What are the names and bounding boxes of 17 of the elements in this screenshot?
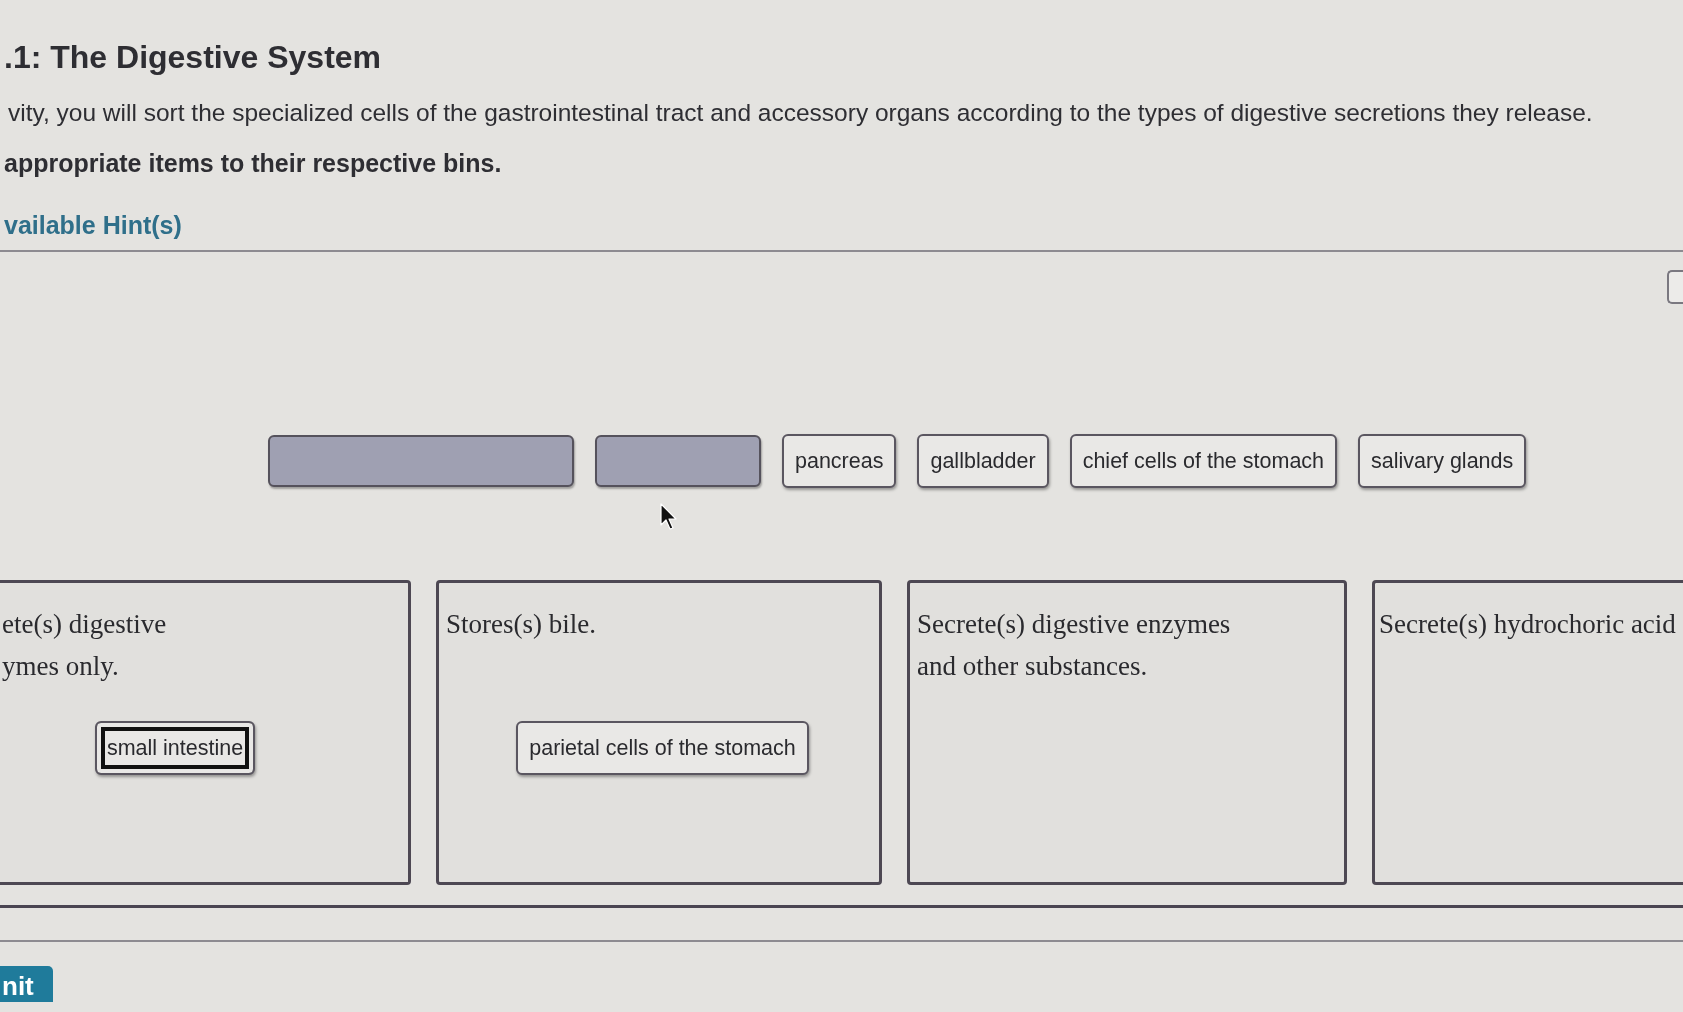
submit-button[interactable]: nit bbox=[0, 966, 53, 1002]
bin-label: Stores(s) bile. bbox=[446, 608, 596, 641]
bin-label: ete(s) digestive ymes only. bbox=[2, 608, 167, 683]
drag-item[interactable]: gallbladder bbox=[917, 434, 1049, 488]
hints-link[interactable]: vailable Hint(s) bbox=[4, 210, 182, 240]
drag-item[interactable]: pancreas bbox=[782, 434, 897, 488]
bin-label: Secrete(s) hydrochoric acid bbox=[1379, 608, 1676, 641]
bin-label: Secrete(s) digestive enzymes and other substances. bbox=[917, 608, 1231, 683]
task-text: appropriate items to their respective bins. bbox=[4, 148, 502, 178]
drag-item[interactable]: chief cells of the stomach bbox=[1069, 434, 1338, 488]
drag-item[interactable]: parietal cells of the stomach bbox=[516, 721, 809, 775]
cursor-icon bbox=[660, 503, 678, 531]
drag-item[interactable]: salivary glands bbox=[1358, 434, 1527, 488]
page-title: .1: The Digestive System bbox=[4, 38, 382, 76]
drag-item[interactable]: small intestine bbox=[94, 721, 256, 775]
cropped-button[interactable] bbox=[1667, 270, 1683, 304]
instructions-text: vity, you will sort the specialized cells of the gastrointestinal tract and accessory organs according to the types of digestive secretions they release. bbox=[8, 98, 1593, 128]
